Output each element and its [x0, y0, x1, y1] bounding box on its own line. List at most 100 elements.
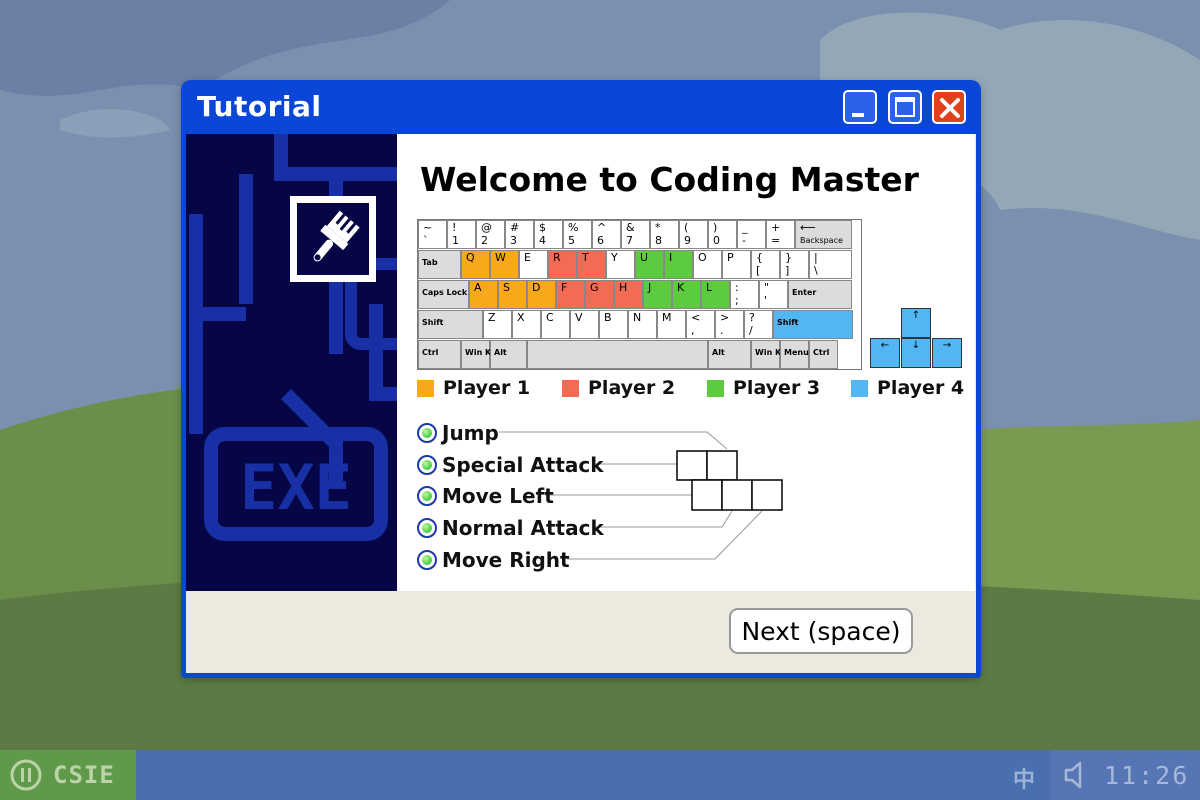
key: ! 1 — [447, 220, 476, 249]
key-label: Alt — [494, 348, 507, 357]
start-button[interactable]: CSIE — [0, 750, 136, 800]
key: X — [512, 310, 541, 339]
legend-label: Player 1 — [443, 377, 531, 399]
key: D — [527, 280, 556, 309]
key: " ' — [759, 280, 788, 309]
key-top-label: T — [582, 251, 589, 264]
key: V — [570, 310, 599, 339]
key-bottom-label: 6 — [597, 234, 604, 247]
key-label: Shift — [777, 318, 799, 327]
arrow-down-icon: ↓ — [911, 340, 921, 351]
key: ⟵ Backspace — [795, 220, 852, 249]
key-top-label: J — [648, 281, 652, 294]
arrow-keys-diagram: ↑ ← ↓ → — [870, 308, 962, 370]
key: W — [490, 250, 519, 279]
player-legend: Player 1 Player 2 Player 3 Player 4 — [417, 376, 977, 400]
key: ? / — [744, 310, 773, 339]
arrow-left-icon: ← — [880, 340, 890, 351]
key-top-label: I — [669, 251, 673, 264]
key-top-label: G — [590, 281, 599, 294]
key-label: Alt — [712, 348, 725, 357]
close-icon — [940, 98, 960, 118]
key: L — [701, 280, 730, 309]
key: * 8 — [650, 220, 679, 249]
control-special-attack: Special Attack — [417, 452, 604, 478]
key-top-label: Y — [611, 251, 618, 264]
key-top-label: } — [785, 251, 792, 264]
key-bottom-label: ] — [785, 264, 790, 277]
arrow-key-up: ↑ — [901, 308, 931, 338]
control-label: Move Left — [442, 484, 554, 508]
key-top-label: M — [662, 311, 672, 324]
key: R — [548, 250, 577, 279]
key: (9 — [679, 220, 708, 249]
key-bottom-label: / — [749, 324, 753, 337]
key-bottom-label: 0 — [713, 234, 720, 247]
key-top-label: E — [524, 251, 531, 264]
key: B — [599, 310, 628, 339]
key-label: Shift — [422, 318, 444, 327]
minimize-button[interactable] — [843, 90, 877, 124]
key: Menu — [780, 340, 809, 369]
key: ^ 6 — [592, 220, 621, 249]
key: J — [643, 280, 672, 309]
legend-player-2: Player 2 — [562, 376, 675, 400]
key-top-label: ~ — [423, 221, 433, 234]
control-normal-attack: Normal Attack — [417, 515, 604, 541]
key: {[ — [751, 250, 780, 279]
arrow-key-right: → — [932, 338, 962, 368]
key: Win Key — [461, 340, 502, 369]
key-top-label: D — [532, 281, 541, 294]
key: $4 — [534, 220, 563, 249]
key-top-label: P — [727, 251, 734, 264]
next-button[interactable]: Next (space) — [729, 608, 913, 654]
key-bottom-label: 4 — [539, 234, 546, 247]
player-2-swatch — [562, 379, 579, 397]
key: ~ ` — [418, 220, 447, 249]
key: <, — [686, 310, 715, 339]
radio-indicator — [417, 518, 437, 538]
key-label: Caps Lock — [422, 288, 468, 297]
key: ) 0 — [708, 220, 737, 249]
arrow-key-down: ↓ — [901, 338, 931, 368]
key-top-label: H — [619, 281, 628, 294]
key: A — [469, 280, 498, 309]
ime-indicator[interactable]: 中 — [1013, 762, 1035, 794]
arrow-key-left: ← — [870, 338, 900, 368]
key: U — [635, 250, 664, 279]
player-3-swatch — [707, 379, 724, 397]
control-move-left: Move Left — [417, 483, 554, 509]
key-bottom-label: = — [771, 234, 781, 247]
key-top-label: U — [640, 251, 649, 264]
key: M — [657, 310, 686, 339]
key-top-label: V — [575, 311, 583, 324]
speaker-icon[interactable] — [1064, 760, 1092, 790]
key: }] — [780, 250, 809, 279]
keyboard-diagram: ~ `! 1 @2 #3 $4% 5 ^ 6 & 7 * 8(9) 0 _ - + = ⟵ Backspace Tab Q… — [417, 219, 862, 370]
side-panel-artwork: EXE — [189, 134, 397, 541]
window-client-area: EXE Welcome to Coding Master ~ `! 1 @2 #3 $4%… — [186, 134, 976, 673]
control-move-right: Move Right — [417, 547, 570, 573]
system-tray: 11:26 — [1050, 750, 1200, 800]
key: G — [585, 280, 614, 309]
close-button[interactable] — [932, 90, 966, 124]
control-label: Normal Attack — [442, 516, 604, 540]
key-label: Ctrl — [813, 348, 830, 357]
key-bottom-label: 3 — [510, 234, 517, 247]
key-top-label: L — [706, 281, 713, 294]
key: K — [672, 280, 701, 309]
maximize-button[interactable] — [888, 90, 922, 124]
key-top-label: > — [720, 311, 730, 324]
key-top-label: _ — [742, 221, 748, 234]
key: H — [614, 280, 643, 309]
radio-indicator — [417, 550, 437, 570]
key: N — [628, 310, 657, 339]
key: Shift — [773, 310, 853, 339]
key: Caps Lock — [418, 280, 469, 309]
legend-player-3: Player 3 — [707, 376, 820, 400]
key-bottom-label: 9 — [684, 234, 691, 247]
key: Y — [606, 250, 635, 279]
key-top-label: ( — [684, 221, 689, 234]
key-top-label: Q — [466, 251, 475, 264]
key-bottom-label: ; — [735, 294, 739, 307]
